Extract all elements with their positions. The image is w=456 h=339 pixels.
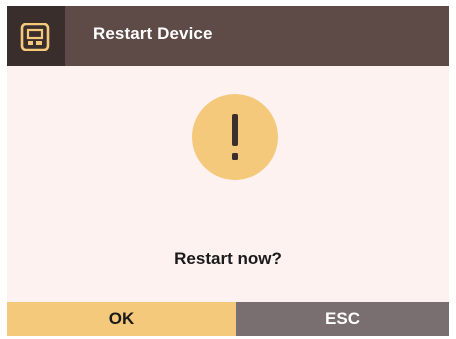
app-icon-container [7, 6, 65, 66]
restart-dialog: Restart Device Restart now? OK ESC [7, 6, 449, 336]
dialog-message: Restart now? [174, 249, 282, 268]
warning-exclamation-icon [192, 94, 278, 180]
device-icon [20, 23, 50, 51]
title-bar: Restart Device [7, 6, 449, 66]
dialog-title: Restart Device [93, 24, 213, 43]
ok-button[interactable]: OK [7, 302, 236, 336]
esc-button[interactable]: ESC [236, 302, 449, 336]
